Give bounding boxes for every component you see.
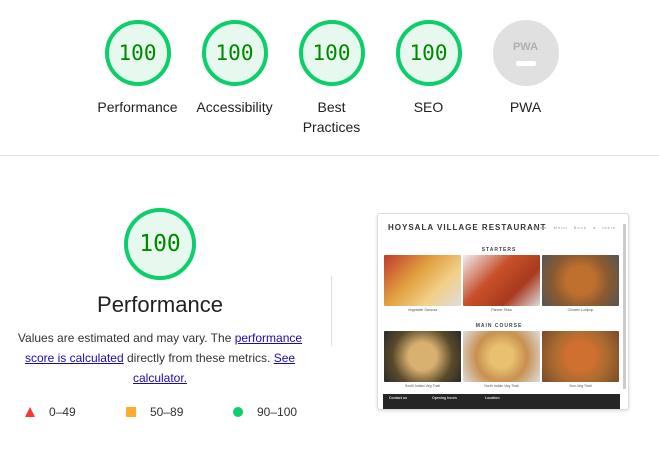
score-ring: 100 xyxy=(104,20,171,86)
gauge-label: Best Practices xyxy=(302,99,361,135)
legend-range: 90–100 xyxy=(257,405,298,419)
circle-icon xyxy=(233,407,243,417)
gauge-label: Accessibility xyxy=(196,99,273,115)
performance-score-gauge: 100 xyxy=(124,208,196,280)
footer-heading: Location xyxy=(485,396,500,400)
footer-heading: Contact us xyxy=(389,396,408,400)
food-image xyxy=(542,331,619,382)
square-icon xyxy=(126,407,136,417)
legend-range: 50–89 xyxy=(150,405,184,419)
gauge-label: SEO xyxy=(413,99,444,115)
gauge-accessibility[interactable]: 100 Accessibility xyxy=(186,20,283,117)
site-nav: Home Menu Book a table xyxy=(532,225,616,230)
vertical-divider xyxy=(331,276,332,346)
section-starters: STARTERS xyxy=(481,247,517,253)
gauge-label: PWA xyxy=(509,99,542,115)
site-footer: Contact us Opening hours Location xyxy=(383,394,620,409)
gauge-best-practices[interactable]: 100 Best Practices xyxy=(283,20,380,137)
desc-text: directly from these metrics. xyxy=(123,351,274,365)
desc-text: Values are estimated and may vary. The xyxy=(17,331,235,345)
gauge-label: Performance xyxy=(97,99,178,115)
legend-fail: 0–49 xyxy=(25,405,76,419)
item-caption: South Indian Veg Thali xyxy=(404,384,441,388)
section-main-course: MAIN COURSE xyxy=(475,323,523,329)
gauge-pwa[interactable]: PWA PWA xyxy=(477,20,574,117)
divider xyxy=(0,155,659,156)
site-title: HOYSALA VILLAGE RESTAURANT xyxy=(388,223,547,232)
footer-heading: Opening hours xyxy=(432,396,457,400)
triangle-icon xyxy=(25,407,35,417)
food-image xyxy=(384,331,461,382)
legend-pass: 90–100 xyxy=(233,405,297,419)
food-image xyxy=(463,255,540,306)
performance-title: Performance xyxy=(97,292,223,317)
item-caption: Chicken Lollipop xyxy=(567,308,594,312)
item-caption: Non-Veg Thali xyxy=(569,384,592,388)
score-ring: 100 xyxy=(298,20,365,86)
legend-average: 50–89 xyxy=(126,405,183,419)
pwa-badge-text: PWA xyxy=(512,40,539,53)
final-screenshot[interactable]: HOYSALA VILLAGE RESTAURANT Home Menu Boo… xyxy=(377,213,629,410)
gauge-seo[interactable]: 100 SEO xyxy=(380,20,477,117)
dash-icon xyxy=(515,60,536,66)
score-ring: 100 xyxy=(201,20,268,86)
gauge-performance[interactable]: 100 Performance xyxy=(89,20,186,117)
score-ring: 100 xyxy=(395,20,462,86)
food-image xyxy=(542,255,619,306)
food-image xyxy=(463,331,540,382)
scrollbar[interactable] xyxy=(623,224,626,389)
food-image xyxy=(384,255,461,306)
item-caption: North Indian Veg Thali xyxy=(484,384,519,388)
item-caption: Paneer Tikka xyxy=(491,308,512,312)
item-caption: Vegetable Samosa xyxy=(407,308,438,312)
legend-range: 0–49 xyxy=(49,405,76,419)
performance-description: Values are estimated and may vary. The p… xyxy=(12,328,308,388)
pwa-badge-icon: PWA xyxy=(492,20,559,86)
